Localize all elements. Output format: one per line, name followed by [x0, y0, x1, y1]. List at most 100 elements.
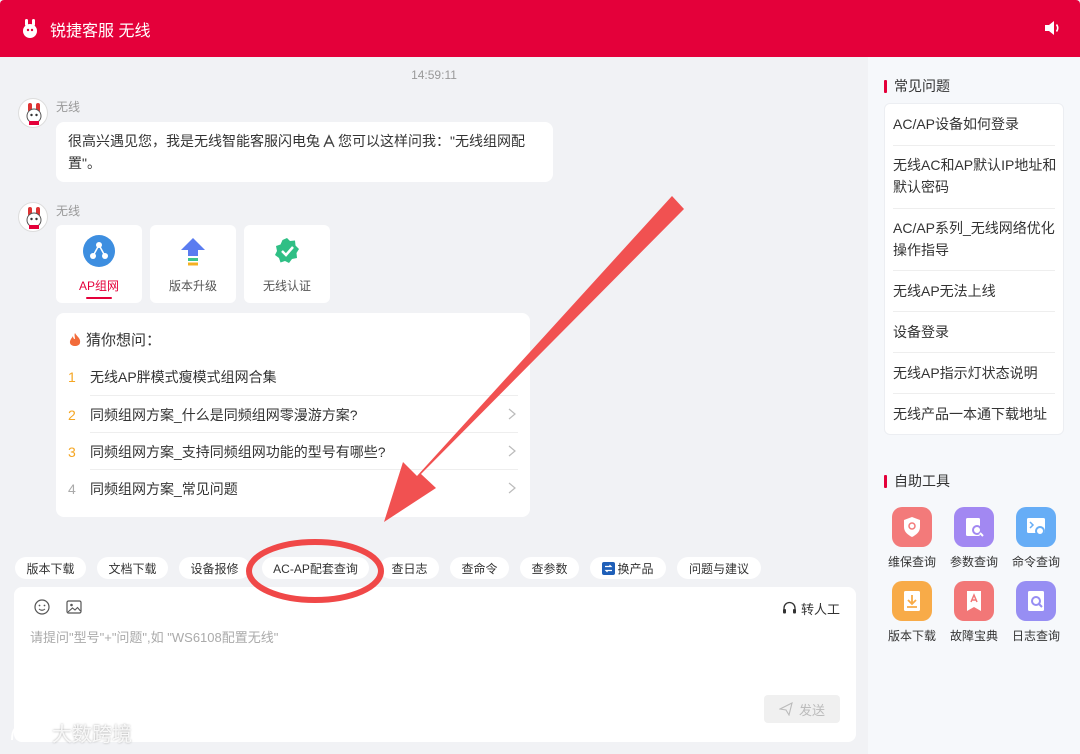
divider [893, 208, 1055, 209]
section-accent-bar [884, 474, 887, 488]
guess-title-text: 猜你想问： [86, 332, 162, 349]
quick-doc-download[interactable]: 文档下载 [97, 557, 168, 579]
faq-item[interactable]: 设备登录 [893, 321, 1059, 343]
quick-check-log[interactable]: 查日志 [380, 557, 439, 579]
tools-section-title: 自助工具 [884, 471, 950, 491]
chevron-right-icon [508, 408, 516, 420]
fire-icon [69, 332, 81, 346]
question-text: 同频组网方案_常见问题 [90, 480, 238, 497]
section-accent-bar [884, 79, 887, 93]
download-icon [892, 581, 932, 621]
card-wireless-auth[interactable]: 无线认证 [244, 225, 330, 303]
tool-version-download[interactable]: 版本下载 [882, 581, 942, 644]
faq-title-text: 常见问题 [894, 78, 950, 94]
quick-check-params[interactable]: 查参数 [520, 557, 579, 579]
rabbit-avatar-icon [26, 207, 42, 229]
tool-param-query[interactable]: 参数查询 [944, 507, 1004, 570]
lightning-emoji-icon [321, 133, 337, 149]
tool-label: 故障宝典 [949, 629, 998, 643]
card-label: 版本升级 [168, 279, 217, 293]
question-number: 1 [68, 368, 76, 385]
faq-item[interactable]: 无线AC和AP默认IP地址和默认密码 [893, 154, 1059, 198]
card-ap-network[interactable]: AP组网 [56, 225, 142, 303]
guess-title: 猜你想问： [68, 329, 161, 350]
quick-feedback[interactable]: 问题与建议 [677, 557, 761, 579]
welcome-text-part2: 您可以这样问我："无线组网配 [338, 133, 525, 149]
log-search-icon [1016, 581, 1056, 621]
chevron-right-icon [508, 482, 516, 494]
rabbit-logo-icon [23, 18, 37, 38]
faq-list: AC/AP设备如何登录 无线AC和AP默认IP地址和默认密码 AC/AP系列_无… [884, 103, 1064, 435]
question-item[interactable]: 3 同频组网方案_支持同频组网功能的型号有哪些? [68, 433, 518, 470]
tool-log-query[interactable]: 日志查询 [1006, 581, 1066, 644]
question-number: 3 [68, 443, 76, 460]
bot-avatar [18, 202, 48, 232]
message-timestamp: 14:59:11 [411, 68, 457, 82]
quick-ac-ap-match[interactable]: AC-AP配套查询 [262, 557, 369, 579]
message-sender: 无线 [56, 204, 81, 218]
question-text: 无线AP胖模式瘦模式组网合集 [90, 368, 277, 385]
shield-check-icon [275, 238, 299, 263]
tool-label: 日志查询 [1011, 629, 1060, 643]
divider [893, 145, 1055, 146]
tools-title-text: 自助工具 [894, 473, 950, 489]
header-title: 锐捷客服 无线 [50, 22, 151, 40]
headset-icon [782, 601, 796, 614]
divider [893, 311, 1055, 312]
tool-label: 维保查询 [887, 555, 936, 569]
question-number: 2 [68, 406, 76, 423]
faq-section-title: 常见问题 [884, 76, 950, 96]
rabbit-avatar-icon [26, 103, 42, 125]
command-search-icon [1016, 507, 1056, 547]
chat-header: 锐捷客服 无线 [0, 0, 1080, 57]
quick-switch-product[interactable]: 换产品 [590, 557, 666, 579]
image-icon[interactable] [66, 599, 82, 615]
faq-item[interactable]: AC/AP系列_无线网络优化操作指导 [893, 217, 1059, 261]
faq-item[interactable]: 无线产品一本通下载地址 [893, 403, 1059, 425]
question-number: 4 [68, 480, 76, 497]
card-version-upgrade[interactable]: 版本升级 [150, 225, 236, 303]
tool-warranty-query[interactable]: 维保查询 [882, 507, 942, 570]
transfer-label: 转人工 [800, 602, 840, 617]
chevron-right-icon [508, 445, 516, 457]
question-item[interactable]: 1 无线AP胖模式瘦模式组网合集 [68, 358, 518, 395]
chat-area: 14:59:11 无线 很高兴遇见您，我是无线智能客服闪电兔 您可以这样问我："无… [0, 57, 868, 754]
quick-version-download[interactable]: 版本下载 [15, 557, 86, 579]
network-icon [83, 235, 115, 267]
card-active-underline [86, 297, 112, 299]
transfer-to-agent-button[interactable]: 转人工 [782, 599, 840, 618]
welcome-text-part1: 很高兴遇见您，我是无线智能客服闪电兔 [68, 133, 320, 149]
card-label: 无线认证 [262, 279, 311, 293]
faq-item[interactable]: AC/AP设备如何登录 [893, 113, 1059, 135]
send-button[interactable]: 发送 [764, 695, 840, 723]
faq-item[interactable]: 无线AP指示灯状态说明 [893, 362, 1059, 384]
tool-label: 参数查询 [949, 555, 998, 569]
speaker-icon[interactable] [1044, 20, 1062, 36]
upgrade-icon [181, 238, 205, 266]
quick-check-command[interactable]: 查命令 [450, 557, 509, 579]
send-icon [778, 702, 793, 716]
param-search-icon [954, 507, 994, 547]
emoji-icon[interactable] [34, 599, 50, 615]
question-text: 同频组网方案_支持同频组网功能的型号有哪些? [90, 443, 386, 460]
watermark-logo-icon [11, 724, 45, 741]
divider [893, 270, 1055, 271]
watermark-text: 大数跨境 [52, 724, 132, 746]
right-sidebar: 常见问题 AC/AP设备如何登录 无线AC和AP默认IP地址和默认密码 AC/A… [868, 57, 1080, 754]
welcome-text-part3: 置"。 [68, 155, 101, 171]
watermark: 大数跨境 [8, 718, 132, 747]
message-input-box[interactable]: 转人工 请提问"型号"+"问题",如 "WS6108配置无线" 发送 [14, 587, 856, 742]
tool-label: 命令查询 [1011, 555, 1060, 569]
bot-avatar [18, 98, 48, 128]
question-item[interactable]: 4 同频组网方案_常见问题 [68, 470, 518, 507]
quick-device-repair[interactable]: 设备报修 [179, 557, 250, 579]
guess-panel: 猜你想问： 1 无线AP胖模式瘦模式组网合集 2 同频组网方案_什么是同频组网零… [56, 313, 530, 517]
question-item[interactable]: 2 同频组网方案_什么是同频组网零漫游方案? [68, 396, 518, 433]
tool-label: 版本下载 [887, 629, 936, 643]
tool-fault-guide[interactable]: 故障宝典 [944, 581, 1004, 644]
tool-command-query[interactable]: 命令查询 [1006, 507, 1066, 570]
send-label: 发送 [798, 702, 825, 718]
faq-item[interactable]: 无线AP无法上线 [893, 280, 1059, 302]
switch-icon [602, 561, 616, 575]
card-label: AP组网 [78, 279, 119, 293]
